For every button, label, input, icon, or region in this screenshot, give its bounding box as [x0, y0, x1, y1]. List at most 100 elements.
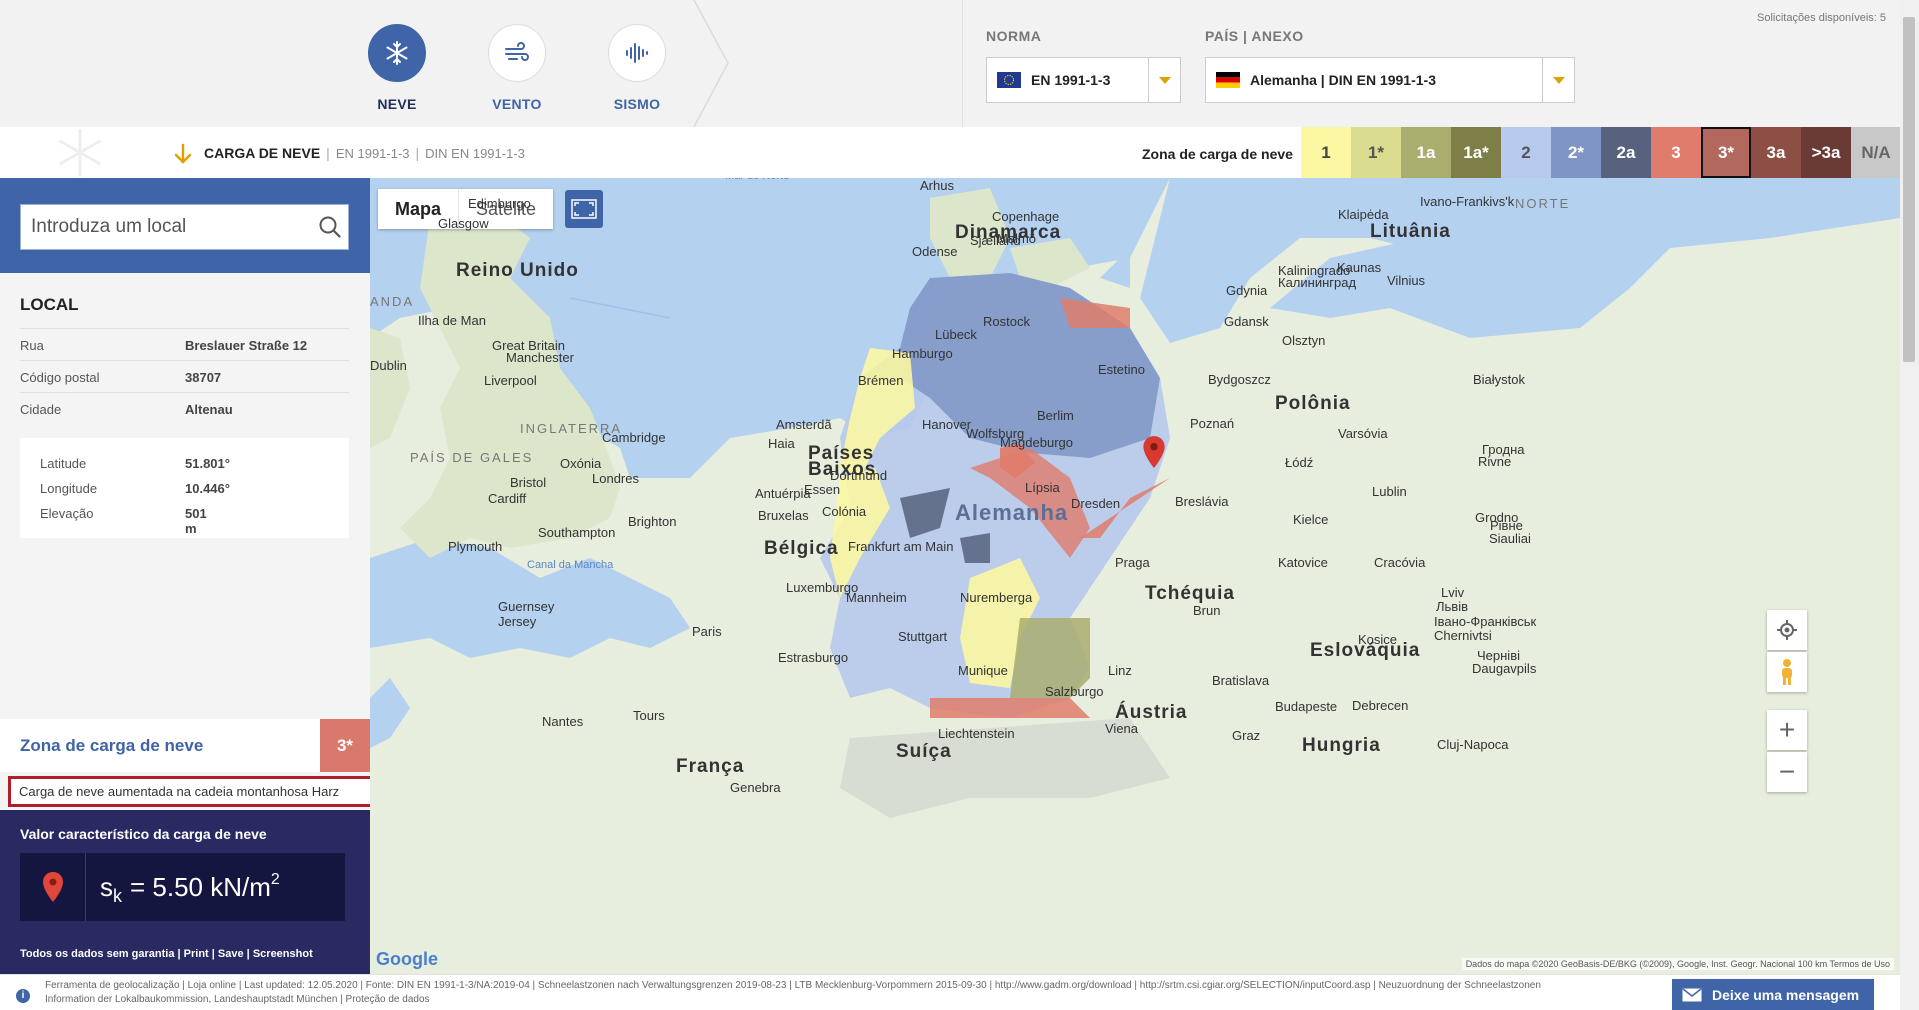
- geo-value: 10.446°: [185, 481, 230, 496]
- map-label: Amsterdã: [776, 417, 832, 432]
- norma-select[interactable]: EN 1991-1-3: [986, 57, 1181, 103]
- zoom-in-button[interactable]: +: [1767, 710, 1807, 750]
- zone-note: Carga de neve aumentada na cadeia montan…: [8, 776, 376, 807]
- map-label: Odense: [912, 244, 958, 259]
- map-label: Cracóvia: [1374, 555, 1426, 570]
- map-label: Klaipėda: [1338, 207, 1389, 222]
- map-label: Івано-Франківськ: [1434, 614, 1537, 629]
- map-view[interactable]: Mapa Satélite Mar do NorteDinamarcaReino…: [370, 178, 1900, 974]
- zone-legend-item[interactable]: 3a: [1751, 127, 1801, 178]
- map-label: Bélgica: [764, 538, 839, 559]
- google-logo-text: Google: [376, 949, 438, 969]
- app-root: NEVE VENTO SISMO NORMA EN 1991-1-3 PAÍS …: [0, 0, 1919, 1010]
- map-base: [370, 178, 1900, 974]
- search-icon[interactable]: [312, 209, 348, 245]
- footer-links-2[interactable]: Information der Lokalbaukommission, Land…: [45, 994, 430, 1005]
- map-label: Gdansk: [1224, 314, 1269, 329]
- top-header: NEVE VENTO SISMO NORMA EN 1991-1-3 PAÍS …: [0, 0, 1900, 127]
- map-label: Budapeste: [1275, 699, 1338, 714]
- eu-flag-icon: [997, 72, 1021, 88]
- map-label: Rivne: [1478, 454, 1512, 469]
- breadcrumb-std2[interactable]: DIN EN 1991-1-3: [425, 146, 525, 161]
- map-label: Alemanha: [955, 500, 1069, 525]
- leave-message-button[interactable]: Deixe uma mensagem: [1672, 979, 1874, 1010]
- mail-icon: [1682, 988, 1702, 1002]
- map-label: Brémen: [858, 373, 904, 388]
- map-label: Colónia: [822, 504, 867, 519]
- zone-legend-item[interactable]: 1a*: [1451, 127, 1501, 178]
- search-input[interactable]: [21, 216, 312, 238]
- mode-seismic-label: SISMO: [613, 96, 661, 112]
- map-label: Katovice: [1278, 555, 1328, 570]
- map-label: Bratislava: [1212, 673, 1270, 688]
- scroll-thumb[interactable]: [1903, 17, 1915, 362]
- map-label: Białystok: [1473, 372, 1526, 387]
- print-link[interactable]: Print: [184, 948, 209, 960]
- zone-legend-item[interactable]: 1*: [1351, 127, 1401, 178]
- map-label: Ilha de Man: [418, 313, 486, 328]
- arrow-down-icon: [174, 143, 192, 164]
- map-label: Tchéquia: [1145, 583, 1235, 604]
- map-label: Bruxelas: [758, 508, 809, 523]
- address-value: Breslauer Straße 12: [185, 338, 308, 353]
- zone-legend-item[interactable]: 3*: [1701, 127, 1751, 178]
- map-label: Paris: [692, 624, 722, 639]
- breadcrumb-std1[interactable]: EN 1991-1-3: [336, 146, 410, 161]
- footer-links[interactable]: Ferramenta de geolocalização | Loja onli…: [45, 980, 1685, 991]
- map-label: Genebra: [730, 780, 781, 795]
- map-label: Cambridge: [602, 430, 666, 445]
- zone-legend-item[interactable]: 2: [1501, 127, 1551, 178]
- value-subscript: k: [113, 885, 122, 906]
- info-icon[interactable]: i: [16, 989, 30, 1003]
- page-scrollbar[interactable]: [1900, 0, 1919, 1010]
- value-links: Todos os dados sem garantia | Print | Sa…: [20, 948, 313, 960]
- mode-snow-button[interactable]: NEVE: [357, 24, 437, 112]
- zone-legend-item[interactable]: N/A: [1851, 127, 1901, 178]
- value-formula: s k = 5.50 kN/m 2: [100, 871, 280, 906]
- mode-wind-button[interactable]: VENTO: [477, 24, 557, 112]
- map-label: Breslávia: [1175, 494, 1229, 509]
- map-label: Edimburgo: [468, 196, 531, 211]
- map-label: Siauliai: [1489, 531, 1531, 546]
- zone-legend-item[interactable]: 1a: [1401, 127, 1451, 178]
- location-marker-icon[interactable]: [1142, 435, 1166, 469]
- google-logo: Google: [376, 949, 438, 970]
- map-label: Liechtenstein: [938, 726, 1015, 741]
- zoom-out-button[interactable]: −: [1767, 752, 1807, 792]
- street-view-button[interactable]: [1767, 652, 1807, 692]
- screenshot-link[interactable]: Screenshot: [253, 948, 313, 960]
- map-label: Liverpool: [484, 373, 537, 388]
- map-label: Ivano-Frankivs'k: [1420, 194, 1515, 209]
- map-label: Mannheim: [846, 590, 907, 605]
- zone-legend-item[interactable]: 3: [1651, 127, 1701, 178]
- zone-legend-item[interactable]: 2*: [1551, 127, 1601, 178]
- zone-legend-item[interactable]: >3a: [1801, 127, 1851, 178]
- zone-legend-item[interactable]: 1: [1301, 127, 1351, 178]
- map-label: Cardiff: [488, 491, 527, 506]
- sidebar: LOCAL Rua Breslauer Straße 12 Código post…: [0, 178, 376, 974]
- map-label: Suíça: [896, 741, 952, 762]
- seismic-icon: [608, 24, 666, 82]
- map-label: Chernivtsi: [1434, 628, 1492, 643]
- map-label: Cluj-Napoca: [1437, 737, 1509, 752]
- mode-seismic-button[interactable]: SISMO: [597, 24, 677, 112]
- my-location-button[interactable]: [1767, 610, 1807, 650]
- map-label: Bristol: [510, 475, 547, 490]
- map-label: Reino Unido: [456, 260, 579, 281]
- pais-select[interactable]: Alemanha | DIN EN 1991-1-3: [1205, 57, 1575, 103]
- map-label: Hamburgo: [892, 346, 953, 361]
- value-text: = 5.50 kN/m: [130, 871, 271, 902]
- map-label: Łódź: [1285, 455, 1314, 470]
- map-label: Mar do Norte: [725, 178, 789, 182]
- map-attribution[interactable]: Dados do mapa ©2020 GeoBasis-DE/BKG (©20…: [1461, 958, 1894, 970]
- map-label: Plymouth: [448, 539, 503, 554]
- map-label: Lituânia: [1370, 221, 1451, 242]
- fullscreen-button[interactable]: [565, 190, 603, 228]
- save-link[interactable]: Save: [218, 948, 244, 960]
- value-symbol: s: [100, 871, 113, 902]
- map-label: Lübeck: [935, 327, 977, 342]
- zone-legend-item[interactable]: 2a: [1601, 127, 1651, 178]
- map-label: Bydgoszcz: [1208, 372, 1271, 387]
- map-label: Polônia: [1275, 393, 1351, 414]
- breadcrumb: CARGA DE NEVE | EN 1991-1-3 | DIN EN 1991-1-…: [204, 145, 525, 161]
